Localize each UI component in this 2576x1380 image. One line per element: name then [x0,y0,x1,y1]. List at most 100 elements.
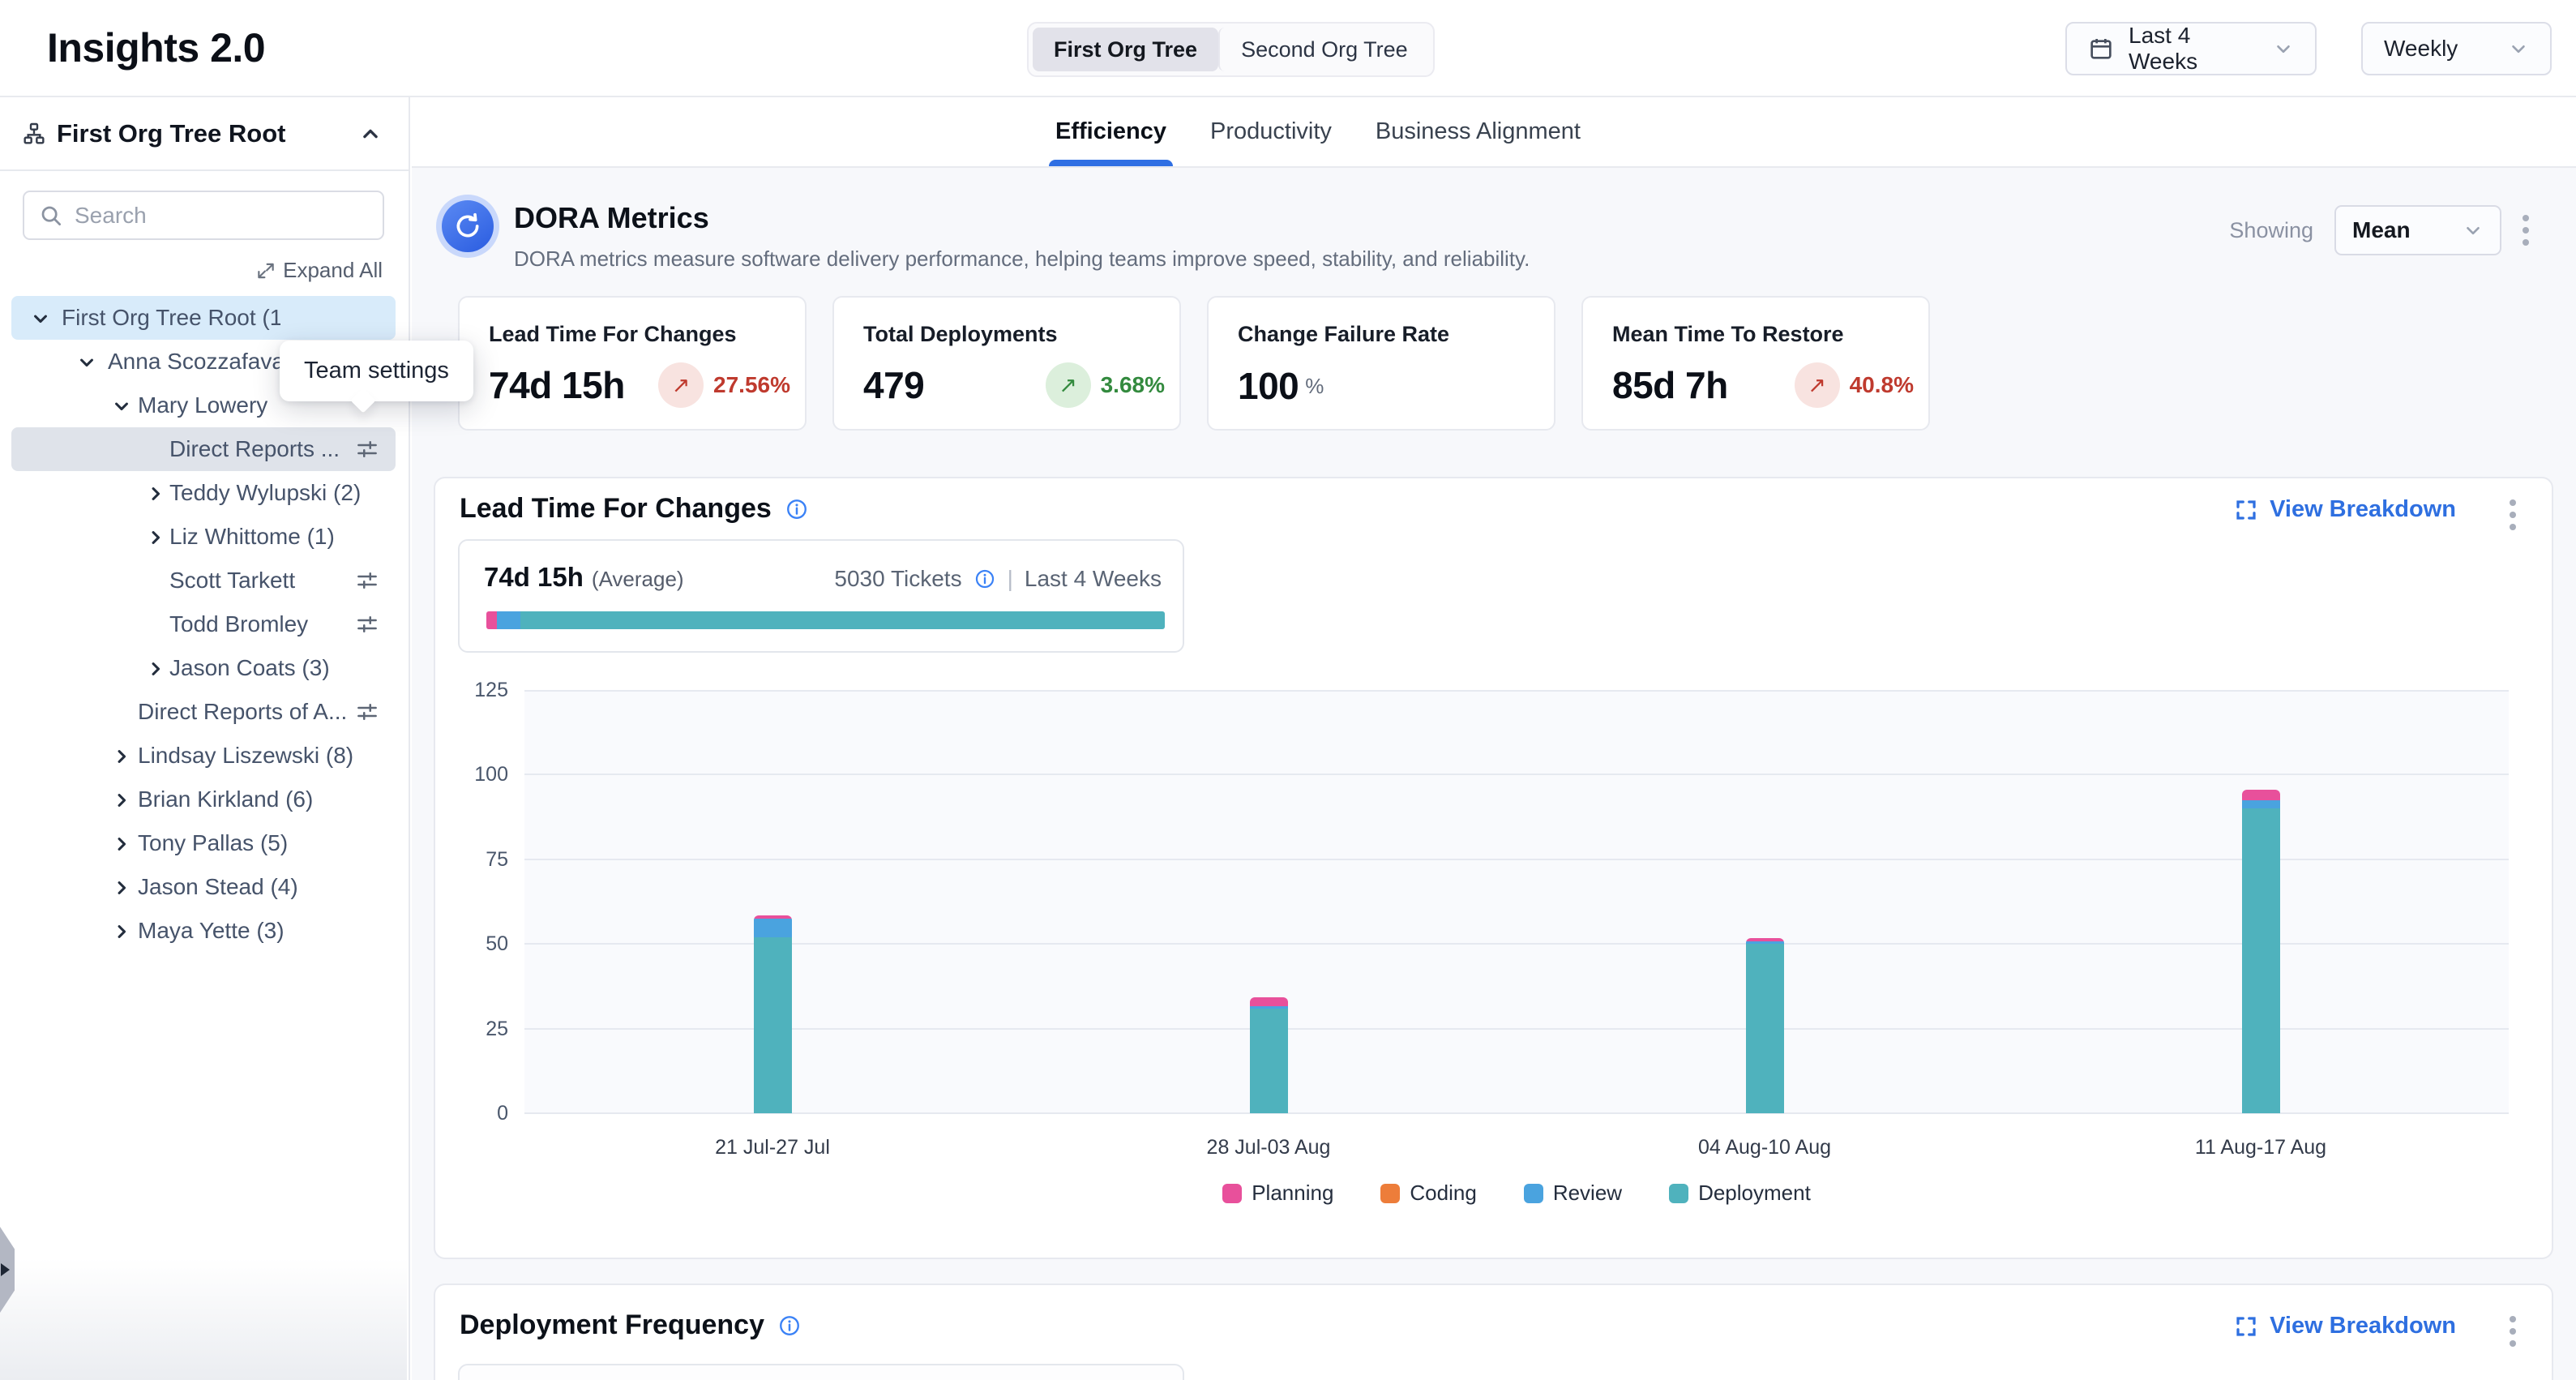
active-tab-underline [1049,160,1173,166]
info-icon[interactable] [973,568,996,590]
org-tree-switcher: First Org Tree Second Org Tree [1027,22,1435,77]
tab-first-org-tree[interactable]: First Org Tree [1033,28,1218,71]
tab-efficiency[interactable]: Efficiency [1052,97,1170,166]
x-tick-label: 11 Aug-17 Aug [2013,1136,2509,1159]
collapse-tree-chevron-up-icon[interactable] [357,120,384,148]
deployment-view-breakdown-button[interactable]: View Breakdown [2234,1313,2456,1339]
chevron-down-icon[interactable] [110,395,133,418]
lead-time-kebab-menu-icon[interactable] [2510,499,2516,530]
tree-row[interactable]: Jason Stead (4) [11,865,396,909]
legend-item-coding[interactable]: Coding [1380,1181,1476,1206]
chevron-right-icon[interactable] [144,482,167,505]
x-tick-label: 04 Aug-10 Aug [1517,1136,2013,1159]
metric-card-value-row: 100% [1238,364,1539,408]
tree-item-label: Liz Whittome (1) [169,524,335,550]
chevron-down-icon [2273,38,2294,59]
search-input[interactable]: Search [23,191,384,240]
deployment-summary-card [458,1364,1184,1380]
team-settings-tooltip: Team settings [280,341,473,401]
legend-swatch [1669,1184,1688,1203]
tree-row[interactable]: Tony Pallas (5) [11,821,396,865]
dora-metrics-badge [436,195,499,258]
tab-efficiency-label: Efficiency [1055,118,1166,145]
lead-time-view-breakdown-button[interactable]: View Breakdown [2234,496,2456,523]
chevron-right-icon[interactable] [144,526,167,549]
tab-productivity[interactable]: Productivity [1207,97,1335,166]
view-breakdown-label: View Breakdown [2270,1313,2456,1339]
tickets-count: 5030 Tickets [834,566,961,592]
tree-row[interactable]: Jason Coats (3) [11,646,396,690]
stacked-bar[interactable] [1746,938,1784,1113]
gridline-75 [524,859,2509,860]
tree-item-label: Jason Stead (4) [138,874,298,900]
date-range-dropdown[interactable]: Last 4 Weeks [2065,22,2317,75]
tree-row[interactable]: Todd Bromley [11,602,396,646]
date-range-value: Last 4 Weeks [2129,23,2258,75]
expand-all-button[interactable]: Expand All [255,258,383,283]
tab-second-org-tree[interactable]: Second Org Tree [1218,28,1429,71]
chevron-down-icon[interactable] [29,307,52,330]
metric-card-value: 100 [1238,364,1299,408]
info-icon[interactable] [785,497,809,521]
tree-row[interactable]: First Org Tree Root (1) [11,296,396,340]
chevron-right-icon[interactable] [110,876,133,899]
tree-row[interactable]: Liz Whittome (1) [11,515,396,559]
bar-segment-planning [2242,790,2280,800]
trend-up-arrow-icon: ↗ [1046,362,1091,408]
app-header: Insights 2.0 First Org Tree Second Org T… [0,0,2576,97]
chevron-right-icon[interactable] [110,920,133,943]
metric-delta-badge: ↗27.56% [658,362,790,408]
tree-row[interactable]: Direct Reports ... [11,427,396,471]
legend-item-review[interactable]: Review [1524,1181,1622,1206]
tab-business-alignment-label: Business Alignment [1376,118,1581,145]
showing-dropdown[interactable]: Mean [2334,205,2501,255]
chevron-right-icon[interactable] [144,658,167,680]
bar-segment-review [2242,800,2280,808]
team-settings-icon[interactable] [355,568,379,593]
granularity-dropdown[interactable]: Weekly [2361,22,2552,75]
legend-label: Deployment [1698,1181,1811,1206]
stacked-bar[interactable] [1250,997,1288,1113]
metric-card-value-row: 74d 15h↗27.56% [489,362,790,408]
stacked-bar[interactable] [754,915,792,1113]
chevron-down-icon[interactable] [75,351,98,374]
app-title: Insights 2.0 [47,24,265,71]
tree-row[interactable]: Teddy Wylupski (2) [11,471,396,515]
dora-kebab-menu-icon[interactable] [2523,215,2529,246]
summary-meta: 5030 Tickets | Last 4 Weeks [834,566,1162,592]
y-tick-label: 25 [437,1018,508,1041]
legend-item-planning[interactable]: Planning [1222,1181,1333,1206]
lead-time-chart-plot [524,690,2509,1113]
view-breakdown-label: View Breakdown [2270,496,2456,523]
chevron-right-icon[interactable] [110,745,133,768]
main-tabs: Efficiency Productivity Business Alignme… [1052,97,1584,166]
legend-item-deployment[interactable]: Deployment [1669,1181,1811,1206]
x-tick-label: 21 Jul-27 Jul [524,1136,1021,1159]
chevron-right-icon[interactable] [110,789,133,812]
page: Insights 2.0 First Org Tree Second Org T… [0,0,2576,1380]
metric-card: Mean Time To Restore85d 7h↗40.8% [1581,296,1930,431]
tree-item-label: Anna Scozzafava [108,349,285,375]
chevron-right-icon[interactable] [110,833,133,855]
metric-card: Change Failure Rate100% [1207,296,1555,431]
deployment-kebab-menu-icon[interactable] [2510,1316,2516,1347]
tab-business-alignment[interactable]: Business Alignment [1372,97,1584,166]
stacked-bar[interactable] [2242,790,2280,1113]
search-icon [39,204,63,228]
metric-card: Total Deployments479↗3.68% [832,296,1181,431]
info-icon[interactable] [777,1314,802,1338]
tree-row[interactable]: Lindsay Liszewski (8) [11,734,396,778]
metric-card-value-row: 85d 7h↗40.8% [1612,362,1914,408]
showing-controls: Showing Mean [2229,205,2529,255]
summary-qualifier: (Average) [592,567,684,592]
y-tick-label: 100 [437,763,508,786]
team-settings-icon[interactable] [355,437,379,461]
tree-row[interactable]: Direct Reports of A... [11,690,396,734]
team-settings-icon[interactable] [355,612,379,636]
summary-value: 74d 15h [484,562,584,593]
tree-row[interactable]: Scott Tarkett [11,559,396,602]
tree-row[interactable]: Maya Yette (3) [11,909,396,953]
team-settings-icon[interactable] [355,700,379,724]
tree-row[interactable]: Brian Kirkland (6) [11,778,396,821]
y-tick-label: 0 [437,1102,508,1125]
